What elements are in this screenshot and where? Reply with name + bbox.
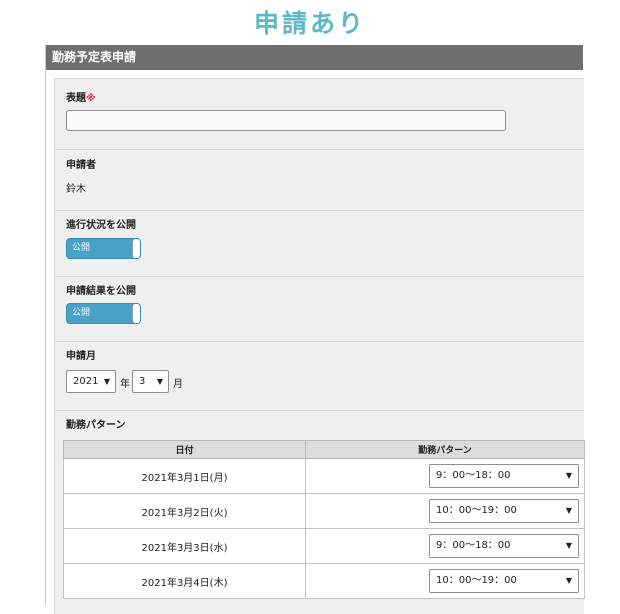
year-value: 2021 — [73, 376, 99, 387]
divider — [55, 149, 584, 150]
date-cell: 2021年3月3日(水) — [63, 528, 306, 564]
divider — [55, 341, 584, 342]
result-label: 申請結果を公開 — [66, 286, 136, 297]
pattern-table: 日付 勤務パターン 2021年3月1日(月) 9：00〜18：00 ▼ 2021… — [63, 440, 585, 599]
result-public-toggle[interactable]: 公開 — [66, 303, 141, 324]
year-unit: 年 — [120, 379, 130, 390]
pattern-cell: 9：00〜18：00 ▼ — [305, 528, 585, 564]
pattern-value: 9：00〜18：00 — [436, 540, 511, 551]
chevron-down-icon: ▼ — [565, 471, 572, 480]
page-heading: 申請あり — [253, 9, 366, 38]
applicant-value: 鈴木 — [66, 184, 86, 195]
applicant-label: 申請者 — [66, 160, 96, 171]
chevron-down-icon: ▼ — [156, 377, 163, 386]
pattern-select[interactable]: 9：00〜18：00 ▼ — [429, 534, 579, 558]
panel-title: 勤務予定表申請 — [46, 45, 583, 70]
date-cell: 2021年3月2日(火) — [63, 493, 306, 529]
divider — [55, 410, 584, 411]
table-row: 2021年3月1日(月) 9：00〜18：00 ▼ — [63, 458, 585, 494]
date-cell: 2021年3月1日(月) — [63, 458, 306, 494]
pattern-cell: 10：00〜19：00 ▼ — [305, 563, 585, 599]
chevron-down-icon: ▼ — [565, 541, 572, 550]
chevron-down-icon: ▼ — [565, 506, 572, 515]
date-cell: 2021年3月4日(木) — [63, 563, 306, 599]
month-label: 申請月 — [66, 351, 96, 362]
pattern-select[interactable]: 9：00〜18：00 ▼ — [429, 464, 579, 488]
title-label: 表題※ — [66, 89, 96, 104]
pattern-select[interactable]: 10：00〜19：00 ▼ — [429, 499, 579, 523]
divider — [55, 210, 584, 211]
pattern-value: 10：00〜19：00 — [436, 575, 517, 586]
application-panel: 勤務予定表申請 表題※ 申請者 鈴木 進行状況を公開 公開 申請結果を公開 公開… — [45, 45, 585, 614]
form-body: 表題※ 申請者 鈴木 進行状況を公開 公開 申請結果を公開 公開 申請月 202… — [54, 78, 585, 614]
column-header-pattern: 勤務パターン — [305, 440, 585, 459]
toggle-knob — [132, 304, 140, 323]
year-select[interactable]: 2021 ▼ — [66, 370, 116, 393]
toggle-label: 公開 — [72, 308, 91, 318]
title-input[interactable] — [66, 110, 506, 131]
progress-public-toggle[interactable]: 公開 — [66, 238, 141, 259]
month-unit: 月 — [173, 379, 183, 390]
table-row: 2021年3月2日(火) 10：00〜19：00 ▼ — [63, 493, 585, 529]
month-select[interactable]: 3 ▼ — [132, 370, 169, 393]
divider — [55, 276, 584, 277]
column-header-date: 日付 — [63, 440, 306, 459]
table-row: 2021年3月3日(水) 9：00〜18：00 ▼ — [63, 528, 585, 564]
pattern-label: 勤務パターン — [66, 420, 126, 431]
pattern-select[interactable]: 10：00〜19：00 ▼ — [429, 569, 579, 593]
month-value: 3 — [139, 376, 146, 387]
table-header-row: 日付 勤務パターン — [63, 440, 585, 459]
pattern-value: 9：00〜18：00 — [436, 470, 511, 481]
pattern-cell: 9：00〜18：00 ▼ — [305, 458, 585, 494]
progress-label: 進行状況を公開 — [66, 220, 136, 231]
table-row: 2021年3月4日(木) 10：00〜19：00 ▼ — [63, 563, 585, 599]
toggle-label: 公開 — [72, 243, 91, 253]
title-label-text: 表題 — [66, 93, 86, 104]
toggle-knob — [132, 239, 140, 258]
required-mark: ※ — [86, 93, 96, 104]
chevron-down-icon: ▼ — [565, 576, 572, 585]
pattern-value: 10：00〜19：00 — [436, 505, 517, 516]
chevron-down-icon: ▼ — [103, 377, 110, 386]
pattern-cell: 10：00〜19：00 ▼ — [305, 493, 585, 529]
